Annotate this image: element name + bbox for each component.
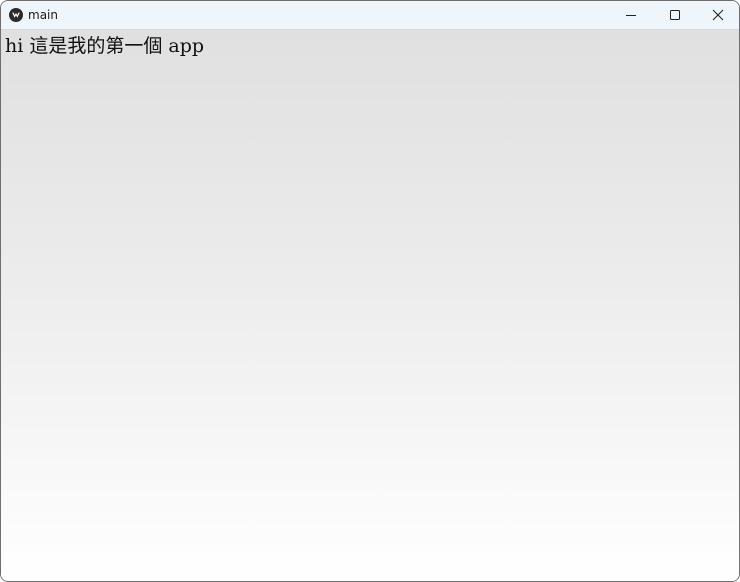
app-content: hi 這是我的第一個 app [1, 30, 739, 581]
close-button[interactable] [695, 1, 739, 29]
title-bar[interactable]: main [1, 1, 739, 30]
minimize-icon [626, 15, 636, 16]
minimize-button[interactable] [609, 1, 653, 29]
kivy-logo-icon[interactable] [9, 8, 23, 22]
window-title: main [28, 8, 58, 22]
maximize-button[interactable] [653, 1, 697, 29]
maximize-icon [670, 10, 680, 20]
app-window: main hi 這是我的第一個 app [0, 0, 740, 582]
close-icon [712, 9, 724, 21]
greeting-label: hi 這是我的第一個 app [5, 35, 205, 57]
